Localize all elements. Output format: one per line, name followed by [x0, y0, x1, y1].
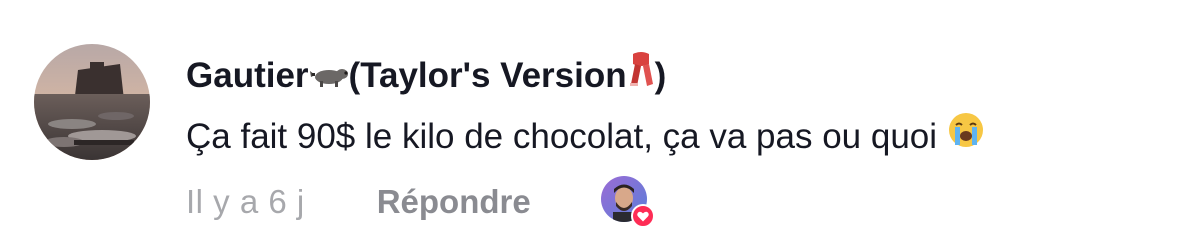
username-part-1: Gautier: [186, 55, 309, 95]
comment-meta: Il y a 6 j Répondre: [186, 176, 655, 228]
user-avatar[interactable]: [34, 44, 150, 160]
comment-item: Gautier (Taylor's Version) Ça fait 90$ …: [0, 0, 1200, 252]
comment-text: Ça fait 90$ le kilo de chocolat, ça va p…: [186, 111, 1180, 162]
reply-button[interactable]: Répondre: [377, 183, 531, 221]
comment-body: Gautier (Taylor's Version) Ça fait 90$ …: [186, 50, 1180, 162]
scarf-icon: [627, 50, 655, 101]
heart-icon: [630, 204, 655, 228]
creator-liked-indicator: [600, 176, 655, 228]
username-part-3: ): [654, 55, 667, 95]
comment-timestamp: Il y a 6 j: [186, 183, 305, 220]
username-part-2: (Taylor's Version: [348, 55, 627, 95]
loudly-crying-face-icon: [947, 111, 985, 162]
avatar-image: [34, 44, 150, 160]
comment-text-content: Ça fait 90$ le kilo de chocolat, ça va p…: [186, 116, 938, 156]
raccoon-icon: [309, 52, 349, 100]
username[interactable]: Gautier (Taylor's Version): [186, 50, 666, 101]
